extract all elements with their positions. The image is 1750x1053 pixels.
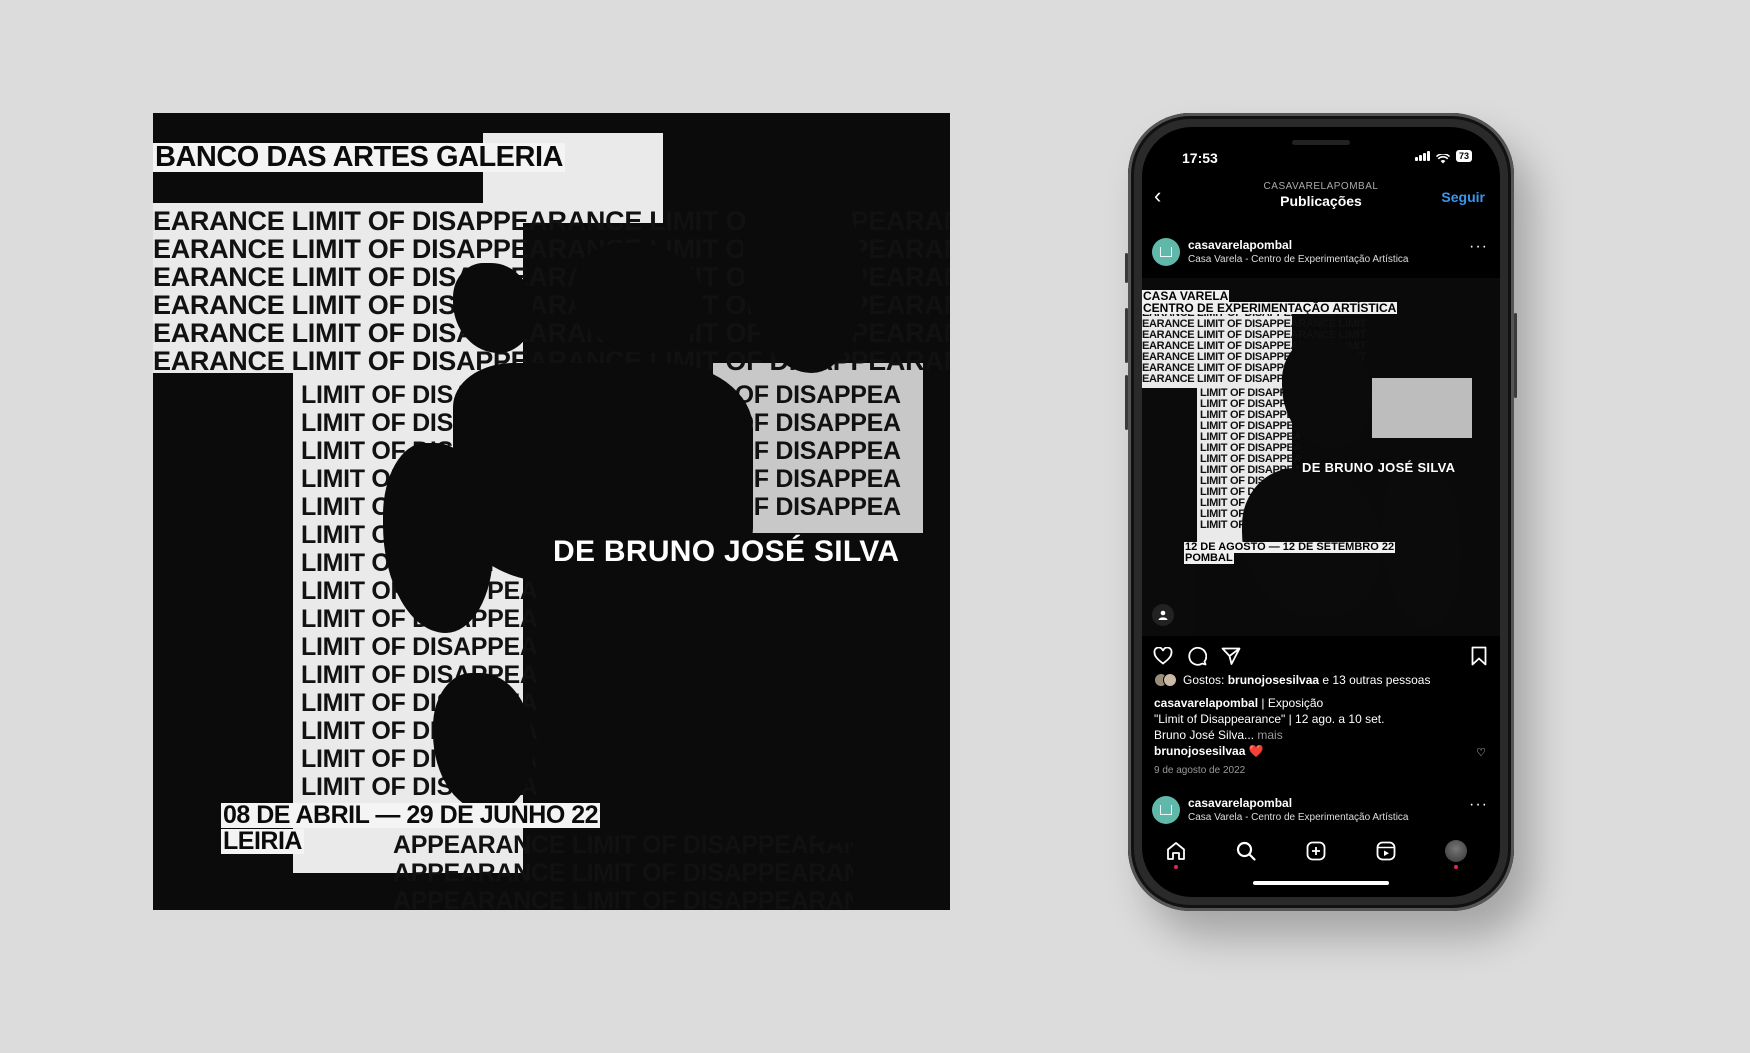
phone-screen: 17:53 73 ‹ CASAVARELAPOMBAL Publicações …	[1142, 127, 1500, 897]
next-post-subtitle: Casa Varela - Centro de Experimentação A…	[1188, 812, 1409, 823]
reels-icon[interactable]	[1372, 837, 1400, 865]
bottom-tab-bar	[1142, 835, 1500, 875]
gallery-title: BANCO DAS ARTES GALERIA	[153, 141, 565, 173]
next-more-options-icon[interactable]: ···	[1469, 796, 1488, 814]
comment-username[interactable]: brunojosesilvaa	[1154, 744, 1245, 758]
post-location: POMBAL	[1184, 552, 1234, 564]
home-icon[interactable]	[1162, 837, 1190, 869]
battery-icon: 73	[1455, 150, 1472, 162]
post-actions	[1142, 641, 1500, 671]
post-label-centre: CENTRO DE EXPERIMENTAÇÃO ARTÍSTICA	[1142, 301, 1398, 315]
poster-artwork: EARANCE LIMIT OF DISAPPEARANCE LIMIT OF …	[153, 113, 950, 910]
caption-username[interactable]: casavarelapombal	[1154, 696, 1258, 710]
clock: 17:53	[1182, 150, 1218, 166]
house-icon	[1160, 247, 1172, 257]
speaker-slot	[1292, 140, 1350, 145]
comment-row: brunojosesilvaa ❤️	[1154, 744, 1264, 758]
profile-avatar[interactable]	[1152, 238, 1180, 266]
next-post-username[interactable]: casavarelapombal	[1188, 796, 1292, 810]
home-indicator[interactable]	[1253, 881, 1389, 885]
post-image[interactable]: EARANCE LIMIT OF DISAPPEARANCE LIMIT EAR…	[1142, 278, 1500, 636]
likes-user: brunojosesilvaa	[1227, 673, 1320, 687]
comment-icon[interactable]	[1186, 645, 1208, 667]
post-caption: casavarelapombal | Exposição "Limit of D…	[1154, 695, 1484, 743]
caption-more-link[interactable]: mais	[1257, 728, 1282, 742]
user-tag-icon[interactable]	[1152, 604, 1174, 626]
next-profile-avatar[interactable]	[1152, 796, 1180, 824]
wifi-icon	[1435, 151, 1451, 164]
liker-avatars	[1154, 673, 1177, 687]
repeat-text-bottom: APPEARANCE LIMIT OF DISAPPEARANCE APPEAR…	[393, 833, 853, 910]
caption-line-3: Bruno José Silva...	[1154, 728, 1258, 742]
post-username[interactable]: casavarelapombal	[1188, 238, 1292, 252]
house-icon	[1160, 805, 1172, 815]
exhibition-poster: EARANCE LIMIT OF DISAPPEARANCE LIMIT OF …	[153, 113, 950, 910]
caption-line-2: "Limit of Disappearance" | 12 ago. a 10 …	[1154, 712, 1385, 726]
nav-bar: ‹ CASAVARELAPOMBAL Publicações Seguir	[1142, 175, 1500, 219]
likes-prefix: Gostos:	[1183, 673, 1228, 687]
create-post-icon[interactable]	[1302, 837, 1330, 865]
more-options-icon[interactable]: ···	[1469, 238, 1488, 256]
save-bookmark-icon[interactable]	[1468, 645, 1490, 667]
share-send-icon[interactable]	[1220, 645, 1242, 667]
post-header: casavarelapombal Casa Varela - Centro de…	[1142, 232, 1500, 272]
comment-heart-emoji: ❤️	[1248, 744, 1264, 758]
next-post-header: casavarelapombal Casa Varela - Centro de…	[1142, 790, 1500, 830]
phone-mockup: 17:53 73 ‹ CASAVARELAPOMBAL Publicações …	[1125, 113, 1517, 911]
post-subtitle: Casa Varela - Centro de Experimentação A…	[1188, 254, 1409, 265]
post-byline: DE BRUNO JOSÉ SILVA	[1302, 460, 1456, 475]
profile-avatar-tab[interactable]	[1442, 837, 1470, 869]
comment-like-icon[interactable]: ♡	[1476, 746, 1486, 759]
like-heart-icon[interactable]	[1152, 645, 1174, 667]
status-bar: 17:53 73	[1142, 127, 1500, 177]
likes-suffix: e 13 outras pessoas	[1319, 673, 1431, 687]
search-icon[interactable]	[1232, 837, 1260, 865]
follow-button[interactable]: Seguir	[1441, 189, 1485, 205]
artist-byline: DE BRUNO JOSÉ SILVA	[553, 535, 900, 568]
caption-line-1: | Exposição	[1258, 696, 1324, 710]
signal-icon	[1414, 151, 1430, 161]
likes-summary[interactable]: Gostos: brunojosesilvaa e 13 outras pess…	[1154, 673, 1430, 687]
status-icons: 73	[1414, 150, 1472, 164]
exhibition-location: LEIRIA	[221, 827, 304, 855]
exhibition-dates: 08 DE ABRIL — 29 DE JUNHO 22	[221, 801, 601, 829]
post-date: 9 de agosto de 2022	[1154, 765, 1246, 776]
